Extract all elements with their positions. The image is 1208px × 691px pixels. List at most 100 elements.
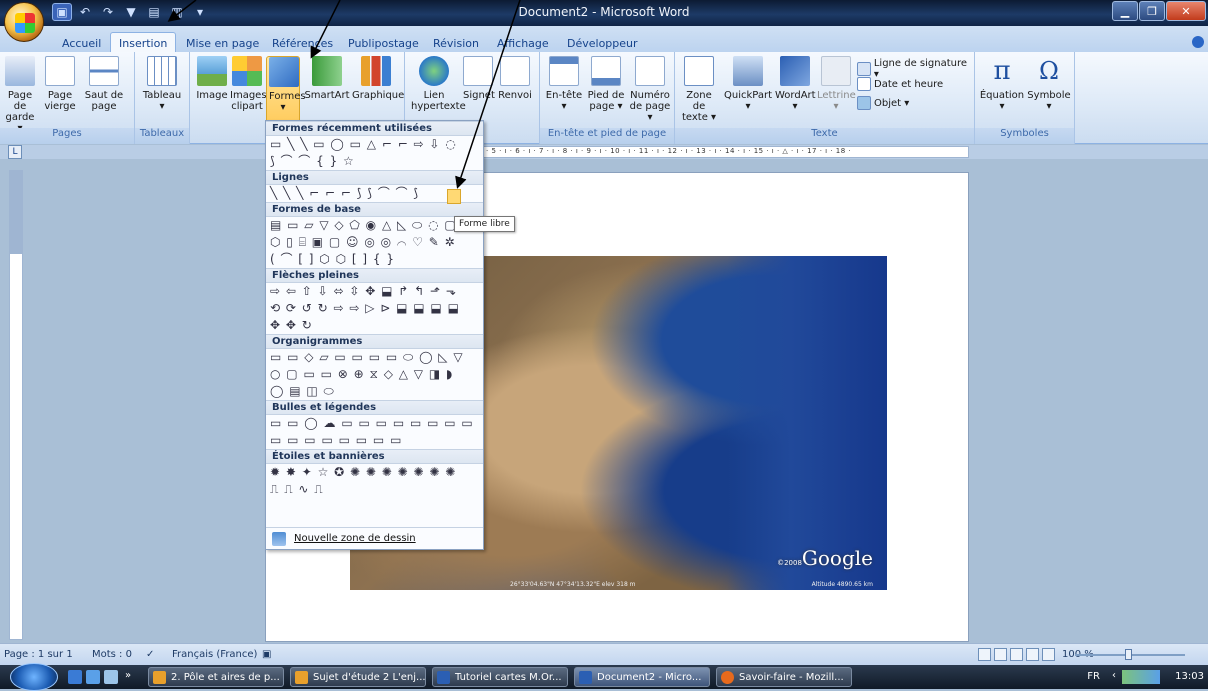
drawing-canvas-icon: [272, 531, 286, 546]
start-button[interactable]: [10, 663, 58, 691]
proofing-icon[interactable]: ✓: [146, 649, 154, 660]
group-label: Texte: [675, 128, 974, 144]
shape-row[interactable]: ( ⌒ [ ] ⬡ ⬡ [ ] { }: [266, 251, 483, 268]
footer-button[interactable]: Pied de page ▾: [586, 56, 626, 112]
page-count[interactable]: Page : 1 sur 1: [4, 649, 73, 660]
new-drawing-canvas-button[interactable]: Nouvelle zone de dessin: [266, 527, 483, 549]
tab-developpeur[interactable]: Développeur: [567, 37, 638, 50]
language-indicator[interactable]: Français (France): [172, 649, 257, 660]
shape-row[interactable]: ⬡ ▯ ⌸ ▣ ▢ ☺ ◎ ◎ ⌒ ♡ ✎ ✲: [266, 234, 483, 251]
view-print-layout-button[interactable]: [978, 648, 991, 661]
tab-references[interactable]: Références: [272, 37, 333, 50]
view-web-layout-button[interactable]: [1010, 648, 1023, 661]
tab-revision[interactable]: Révision: [433, 37, 479, 50]
tooltip-freeform: Forme libre: [454, 216, 515, 232]
shape-row[interactable]: ⟲ ⟳ ↺ ↻ ⇨ ⇨ ▷ ⊳ ⬓ ⬓ ⬓ ⬓: [266, 300, 483, 317]
quicklaunch-icon[interactable]: [104, 670, 118, 684]
tab-publipostage[interactable]: Publipostage: [348, 37, 419, 50]
shape-row[interactable]: ⟆ ⌒ ⌒ { } ☆: [266, 153, 483, 170]
shape-row[interactable]: ✥ ✥ ↻: [266, 317, 483, 334]
shape-row[interactable]: ▭ ╲ ╲ ▭ ◯ ▭ △ ⌐ ⌐ ⇨ ⇩ ◌: [266, 136, 483, 153]
taskbar-item-active[interactable]: Document2 - Micro...: [574, 667, 710, 687]
ribbon-tabs: Accueil Insertion Mise en page Référence…: [0, 26, 1208, 52]
help-icon[interactable]: [1192, 36, 1204, 48]
signature-icon: [857, 62, 871, 76]
equation-button[interactable]: π Équation ▾: [979, 56, 1025, 112]
view-draft-button[interactable]: [1042, 648, 1055, 661]
clipart-button[interactable]: Images clipart: [230, 56, 267, 112]
tab-accueil[interactable]: Accueil: [62, 37, 101, 50]
text-box-button[interactable]: Zone de texte ▾: [679, 56, 719, 123]
close-button[interactable]: ✕: [1166, 1, 1206, 21]
show-desktop-icon[interactable]: [68, 670, 82, 684]
zoom-thumb[interactable]: [1125, 649, 1132, 660]
shape-row[interactable]: ⇨ ⇦ ⇧ ⇩ ⬄ ⇳ ✥ ⬓ ↱ ↰ ⬏ ⬎: [266, 283, 483, 300]
smartart-button[interactable]: SmartArt: [304, 56, 350, 101]
bookmark-icon: [463, 56, 493, 86]
shape-row[interactable]: ▭ ▭ ◇ ▱ ▭ ▭ ▭ ▭ ⬭ ◯ ◺ ▽: [266, 349, 483, 366]
view-outline-button[interactable]: [1026, 648, 1039, 661]
language-bar[interactable]: FR: [1087, 671, 1100, 682]
minimize-button[interactable]: ▁: [1112, 1, 1138, 21]
bookmark-button[interactable]: Signet: [463, 56, 495, 101]
vertical-ruler-margin: [9, 170, 23, 254]
shape-row[interactable]: ▭ ▭ ◯ ☁ ▭ ▭ ▭ ▭ ▭ ▭ ▭ ▭: [266, 415, 483, 432]
date-time-button[interactable]: Date et heure: [857, 77, 943, 91]
macro-icon[interactable]: ▣: [262, 649, 271, 660]
chart-icon: [361, 56, 391, 86]
switch-windows-icon[interactable]: [86, 670, 100, 684]
object-button[interactable]: Objet ▾: [857, 96, 909, 110]
shape-row[interactable]: ✹ ✸ ✦ ☆ ✪ ✺ ✺ ✺ ✺ ✺ ✺ ✺: [266, 464, 483, 481]
shapes-button[interactable]: Formes ▾: [266, 56, 306, 126]
blank-page-icon: [45, 56, 75, 86]
page-break-button[interactable]: Saut de page: [84, 56, 124, 112]
office-button[interactable]: [4, 2, 44, 42]
hyperlink-button[interactable]: Lien hypertexte: [411, 56, 466, 112]
tab-mise-en-page[interactable]: Mise en page: [186, 37, 259, 50]
section-lines: Lignes: [266, 170, 483, 185]
quicklaunch-overflow-icon[interactable]: »: [125, 670, 131, 681]
taskbar-item[interactable]: 2. Pôle et aires de p...: [148, 667, 284, 687]
wordart-icon: [780, 56, 810, 86]
page-number-button[interactable]: Numéro de page ▾: [628, 56, 672, 123]
taskbar-item[interactable]: Tutoriel cartes M.Or...: [432, 667, 568, 687]
shape-row[interactable]: ◯ ▤ ◫ ⬭: [266, 383, 483, 400]
shape-row[interactable]: ○ ▢ ▭ ▭ ⊗ ⊕ ⧖ ◇ △ ▽ ◨ ◗: [266, 366, 483, 383]
blank-page-button[interactable]: Page vierge: [42, 56, 78, 112]
table-button[interactable]: Tableau ▾: [141, 56, 183, 112]
tab-affichage[interactable]: Affichage: [497, 37, 549, 50]
image-button[interactable]: Image: [196, 56, 228, 101]
footer-icon: [591, 56, 621, 86]
group-label: Symboles: [975, 128, 1074, 144]
word-count[interactable]: Mots : 0: [92, 649, 132, 660]
group-symboles: π Équation ▾ Ω Symbole ▾ Symboles: [975, 52, 1075, 144]
shape-row[interactable]: ⎍ ⎍ ∿ ⎍: [266, 481, 483, 498]
header-button[interactable]: En-tête ▾: [544, 56, 584, 112]
tray-expand-icon[interactable]: ‹: [1112, 670, 1116, 681]
clock[interactable]: 13:03: [1175, 671, 1204, 682]
chart-button[interactable]: Graphique: [352, 56, 404, 101]
group-label: En-tête et pied de page: [540, 128, 674, 144]
shape-row[interactable]: ▭ ▭ ▭ ▭ ▭ ▭ ▭ ▭: [266, 432, 483, 449]
view-full-screen-button[interactable]: [994, 648, 1007, 661]
wordart-button[interactable]: WordArt ▾: [775, 56, 816, 112]
taskbar-item[interactable]: Savoir-faire - Mozill...: [716, 667, 852, 687]
shape-row[interactable]: ▤ ▭ ▱ ▽ ◇ ⬠ ◉ △ ◺ ⬭ ◌ ▢: [266, 217, 483, 234]
status-bar: Page : 1 sur 1 Mots : 0 ✓ Français (Fran…: [0, 643, 1208, 665]
cover-page-button[interactable]: Page de garde ▾: [2, 56, 38, 134]
quickpart-icon: [733, 56, 763, 86]
tab-insertion[interactable]: Insertion: [110, 32, 177, 52]
taskbar-item[interactable]: Sujet d'étude 2 L'enj...: [290, 667, 426, 687]
symbol-button[interactable]: Ω Symbole ▾: [1027, 56, 1071, 112]
cross-reference-button[interactable]: Renvoi: [497, 56, 533, 101]
dropcap-button[interactable]: Lettrine ▾: [817, 56, 856, 112]
shapes-icon: [269, 57, 299, 87]
restore-button[interactable]: ❐: [1139, 1, 1165, 21]
map-ocean: [727, 256, 887, 590]
quickpart-button[interactable]: QuickPart ▾: [723, 56, 773, 112]
office-logo-icon: [15, 13, 35, 33]
freeform-shape-highlight[interactable]: [447, 189, 461, 204]
window-controls: ▁ ❐ ✕: [1112, 1, 1206, 21]
tray-icons[interactable]: [1122, 670, 1160, 684]
tab-selector-button[interactable]: L: [8, 145, 22, 159]
